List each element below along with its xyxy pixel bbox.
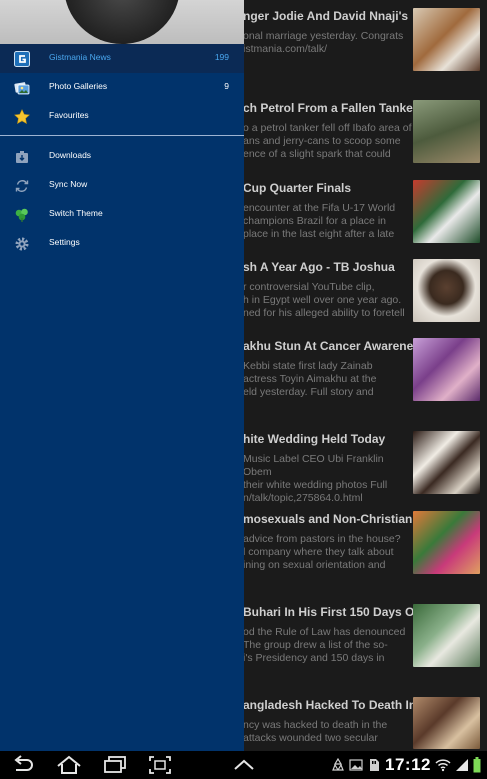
article-headline: Cup Quarter Finals xyxy=(243,181,352,195)
home-icon[interactable] xyxy=(56,755,82,775)
settings-icon xyxy=(15,237,29,251)
clock: 17:12 xyxy=(385,755,431,774)
article-headline: nger Jodie And David Nnaji's xyxy=(243,9,409,23)
article-thumbnail xyxy=(413,180,480,243)
status-area: 17:12 xyxy=(331,755,481,775)
back-icon[interactable] xyxy=(10,755,36,775)
star-icon xyxy=(14,109,30,124)
drawer-header-photo xyxy=(0,0,244,44)
article-headline: hite Wedding Held Today xyxy=(243,432,386,446)
menu-item-label: Gistmania News xyxy=(49,52,111,62)
menu-item-favourites[interactable]: Favourites xyxy=(0,102,244,131)
article-headline: sh A Year Ago - TB Joshua xyxy=(243,260,395,274)
download-icon xyxy=(16,151,28,163)
article-thumbnail xyxy=(413,431,480,494)
recycle-icon xyxy=(332,758,344,771)
menu-item-label: Settings xyxy=(49,237,80,247)
article-headline: mosexuals and Non-Christian xyxy=(243,512,413,526)
photo-galleries-icon xyxy=(14,82,30,95)
article-thumbnail xyxy=(413,511,480,574)
chevron-up-icon[interactable] xyxy=(231,755,257,775)
article-snippet: advice from pastors in the house? l comp… xyxy=(243,533,401,571)
menu-item-label: Downloads xyxy=(49,150,92,160)
menu-item-gistmania-news[interactable]: Gistmania News 199 xyxy=(0,44,244,73)
article-thumbnail xyxy=(413,338,480,401)
article-headline: ch Petrol From a Fallen Tanker xyxy=(243,101,413,115)
article-snippet: encounter at the Fifa U-17 World champio… xyxy=(243,202,396,240)
system-navigation-bar: 17:12 xyxy=(0,751,487,779)
menu-item-label: Switch Theme xyxy=(49,208,103,218)
sd-card-icon xyxy=(370,759,380,771)
article-thumbnail xyxy=(413,259,480,322)
theme-icon xyxy=(15,208,28,222)
header-face-image xyxy=(64,0,180,44)
gistmania-icon xyxy=(14,51,30,67)
menu-item-switch-theme[interactable]: Switch Theme xyxy=(0,200,244,229)
image-notification-icon xyxy=(349,759,363,771)
wifi-icon xyxy=(435,759,451,772)
menu-item-downloads[interactable]: Downloads xyxy=(0,142,244,171)
article-thumbnail xyxy=(413,604,480,667)
article-headline: akhu Stun At Cancer Awareness xyxy=(243,339,413,353)
article-snippet: r controversial YouTube clip, h in Egypt… xyxy=(243,281,405,319)
article-snippet: od the Rule of Law has denounced The gro… xyxy=(243,626,406,664)
article-headline: angladesh Hacked To Death In xyxy=(243,698,413,712)
navigation-drawer: Gistmania News 199 Photo Galleries 9 Fav… xyxy=(0,0,244,751)
menu-item-count: 199 xyxy=(214,52,229,62)
article-thumbnail xyxy=(413,8,480,71)
menu-item-label: Favourites xyxy=(49,110,89,120)
menu-item-label: Sync Now xyxy=(49,179,88,189)
recent-apps-icon[interactable] xyxy=(102,755,128,775)
menu-item-label: Photo Galleries xyxy=(49,81,108,91)
screenshot-icon[interactable] xyxy=(147,755,173,775)
article-snippet: Music Label CEO Ubi Franklin Obem their … xyxy=(243,453,388,503)
article-snippet: Kebbi state first lady Zainab actress To… xyxy=(243,360,377,398)
battery-icon xyxy=(473,757,481,773)
article-snippet: o a petrol tanker fell off Ibafo area of… xyxy=(243,122,412,160)
sync-icon xyxy=(15,180,29,192)
article-snippet: ncy was hacked to death in the attacks w… xyxy=(243,719,388,744)
article-snippet: onal marriage yesterday. Congrats istman… xyxy=(243,30,404,55)
article-headline: Buhari In His First 150 Days Of xyxy=(243,605,413,619)
signal-icon xyxy=(456,759,468,771)
drawer-divider xyxy=(0,135,244,136)
article-thumbnail xyxy=(413,100,480,163)
menu-item-settings[interactable]: Settings xyxy=(0,229,244,258)
menu-item-sync-now[interactable]: Sync Now xyxy=(0,171,244,200)
menu-item-count: 9 xyxy=(224,81,229,91)
menu-item-photo-galleries[interactable]: Photo Galleries 9 xyxy=(0,73,244,102)
article-thumbnail xyxy=(413,697,480,749)
